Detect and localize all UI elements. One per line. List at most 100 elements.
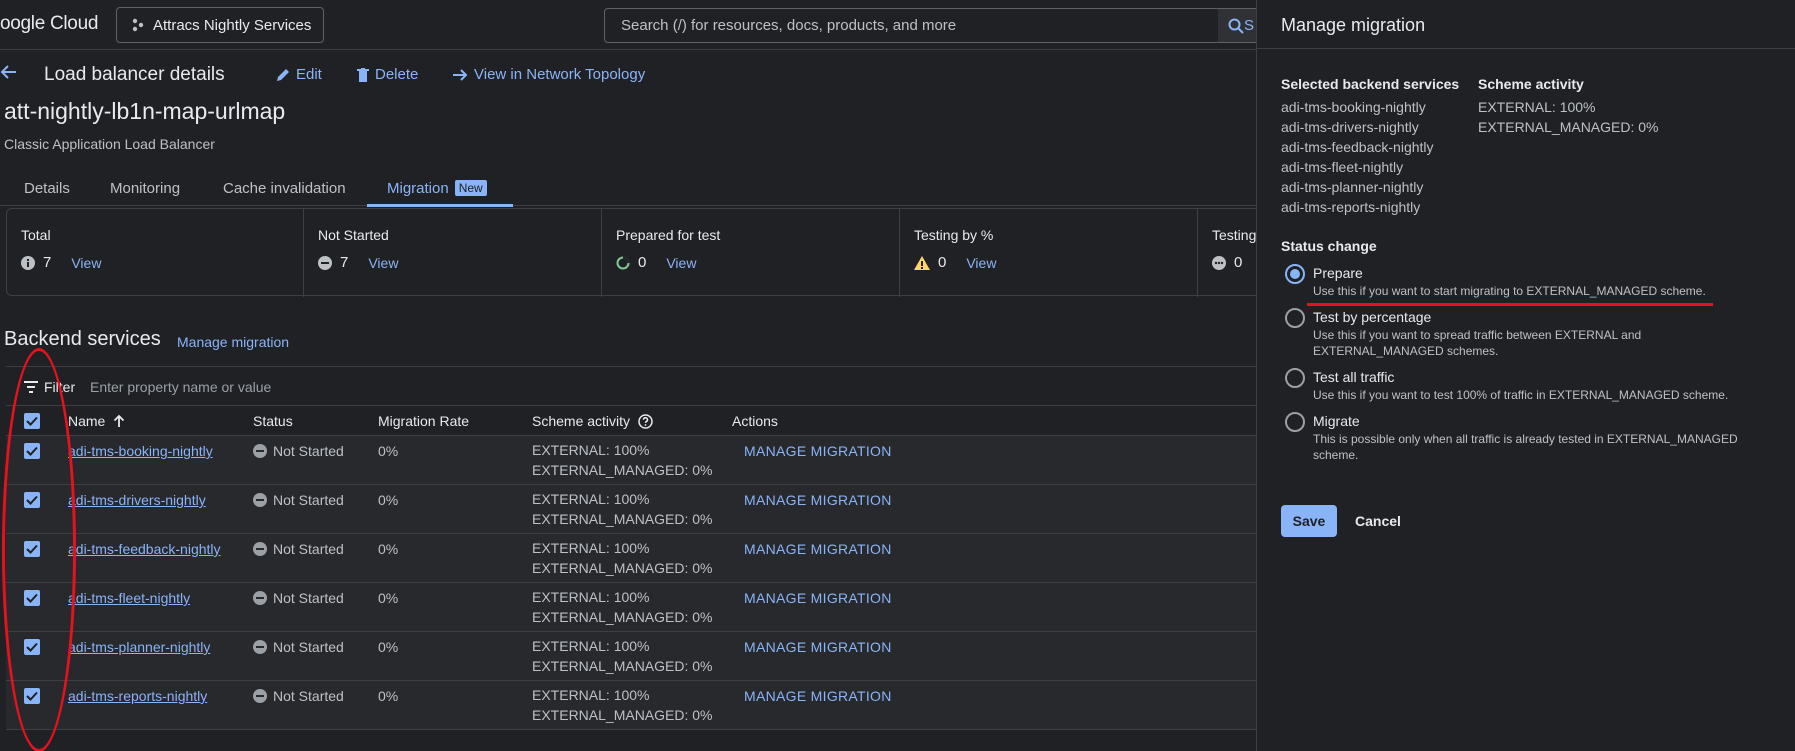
scheme-external-managed: EXTERNAL_MANAGED: 0%: [532, 658, 713, 674]
option-test-by-percentage-label: Test by percentage: [1313, 309, 1432, 325]
filter-icon: [24, 381, 38, 393]
stat-view-link[interactable]: View: [666, 255, 696, 271]
search-input[interactable]: Search (/) for resources, docs, products…: [604, 8, 1220, 43]
google-cloud-logo[interactable]: oogle Cloud: [0, 13, 98, 35]
cancel-button[interactable]: Cancel: [1355, 505, 1401, 537]
help-icon[interactable]: [638, 413, 653, 429]
page-header: Load balancer details Edit Delete View i…: [0, 55, 1256, 95]
row-checkbox[interactable]: [24, 590, 40, 606]
status-cell: Not Started: [253, 639, 344, 655]
stat-not-started: Not Started 7 View: [304, 209, 602, 297]
tab-monitoring[interactable]: Monitoring: [110, 180, 180, 197]
table-row: adi-tms-drivers-nightly Not Started 0% E…: [6, 485, 1266, 534]
search-icon: [1228, 18, 1244, 34]
search-button[interactable]: S: [1218, 8, 1258, 43]
scheme-activity: EXTERNAL: 100% EXTERNAL_MANAGED: 0%: [532, 587, 713, 627]
column-header-scheme-activity[interactable]: Scheme activity: [532, 413, 653, 429]
status-text: Not Started: [273, 492, 344, 508]
selected-services-heading: Selected backend services: [1281, 76, 1460, 92]
load-balancer-name: att-nightly-lb1n-map-urlmap: [4, 98, 286, 124]
more-circle-icon: [1212, 255, 1226, 270]
new-badge: New: [454, 180, 487, 196]
scheme-activity: EXTERNAL: 100% EXTERNAL_MANAGED: 0%: [532, 440, 713, 480]
column-header-migration-rate[interactable]: Migration Rate: [378, 413, 469, 429]
stat-label: Prepared for test: [616, 227, 721, 243]
not-started-icon: [253, 640, 267, 654]
manage-migration-action[interactable]: MANAGE MIGRATION: [744, 492, 892, 508]
status-cell: Not Started: [253, 492, 344, 508]
table-header: Name Status Migration Rate Scheme activi…: [6, 406, 1266, 436]
select-all-checkbox[interactable]: [24, 413, 40, 429]
filter-input[interactable]: Enter property name or value: [90, 379, 271, 395]
check-icon: [26, 544, 38, 554]
edit-button[interactable]: Edit: [276, 66, 322, 83]
tab-cache-invalidation[interactable]: Cache invalidation: [223, 180, 346, 197]
column-header-status[interactable]: Status: [253, 413, 293, 429]
backend-service-name-link[interactable]: adi-tms-planner-nightly: [68, 639, 210, 655]
status-change-heading: Status change: [1281, 238, 1377, 254]
manage-migration-link[interactable]: Manage migration: [177, 334, 289, 350]
row-checkbox[interactable]: [24, 492, 40, 508]
manage-migration-action[interactable]: MANAGE MIGRATION: [744, 688, 892, 704]
stat-view-link[interactable]: View: [368, 255, 398, 271]
migration-rate: 0%: [378, 443, 399, 459]
arrow-right-icon: [453, 68, 468, 81]
radio-test-by-percentage[interactable]: [1285, 308, 1305, 328]
status-text: Not Started: [273, 688, 344, 704]
manage-migration-action[interactable]: MANAGE MIGRATION: [744, 443, 892, 459]
radio-test-all-traffic[interactable]: [1285, 368, 1305, 388]
row-checkbox[interactable]: [24, 541, 40, 557]
tab-migration[interactable]: Migration New: [387, 180, 487, 197]
manage-migration-action[interactable]: MANAGE MIGRATION: [744, 541, 892, 557]
not-started-icon: [253, 542, 267, 556]
stat-total: Total 7 View: [7, 209, 304, 297]
tab-migration-label: Migration: [387, 180, 449, 197]
warning-icon: [914, 255, 930, 270]
not-started-icon: [253, 591, 267, 605]
stat-view-link[interactable]: View: [71, 255, 101, 271]
column-header-name[interactable]: Name: [68, 413, 125, 429]
table-row: adi-tms-feedback-nightly Not Started 0% …: [6, 534, 1266, 583]
annotation-underline: [1307, 303, 1713, 306]
backend-service-name-link[interactable]: adi-tms-reports-nightly: [68, 688, 207, 704]
filter-button[interactable]: Filter: [24, 379, 75, 395]
option-migrate-label: Migrate: [1313, 413, 1360, 429]
row-checkbox[interactable]: [24, 688, 40, 704]
scheme-activity: EXTERNAL: 100% EXTERNAL_MANAGED: 0%: [532, 685, 713, 725]
load-balancer-type: Classic Application Load Balancer: [4, 136, 215, 152]
selected-service-item: adi-tms-drivers-nightly: [1281, 119, 1419, 135]
stat-view-link[interactable]: View: [966, 255, 996, 271]
not-started-icon: [253, 444, 267, 458]
radio-migrate[interactable]: [1285, 412, 1305, 432]
backend-service-name-link[interactable]: adi-tms-drivers-nightly: [68, 492, 206, 508]
row-checkbox[interactable]: [24, 639, 40, 655]
manage-migration-action[interactable]: MANAGE MIGRATION: [744, 590, 892, 606]
delete-label: Delete: [375, 66, 419, 83]
stat-value: 7: [43, 254, 52, 271]
option-test-by-percentage-desc: Use this if you want to spread traffic b…: [1313, 328, 1642, 358]
migration-rate: 0%: [378, 590, 399, 606]
stat-label: Not Started: [318, 227, 389, 243]
backend-service-name-link[interactable]: adi-tms-booking-nightly: [68, 443, 213, 459]
project-selector[interactable]: Attracs Nightly Services: [116, 7, 324, 43]
status-text: Not Started: [273, 639, 344, 655]
migration-rate: 0%: [378, 639, 399, 655]
tab-bar: Details Monitoring Cache invalidation Mi…: [0, 172, 1256, 207]
delete-button[interactable]: Delete: [357, 66, 418, 83]
row-checkbox[interactable]: [24, 443, 40, 459]
table-row: adi-tms-fleet-nightly Not Started 0% EXT…: [6, 583, 1266, 632]
table-row: adi-tms-planner-nightly Not Started 0% E…: [6, 632, 1266, 681]
view-topology-button[interactable]: View in Network Topology: [452, 66, 645, 83]
filter-bar: Filter Enter property name or value: [6, 366, 1266, 406]
status-text: Not Started: [273, 590, 344, 606]
selected-service-item: adi-tms-fleet-nightly: [1281, 159, 1404, 175]
tab-details[interactable]: Details: [24, 180, 70, 197]
backend-service-name-link[interactable]: adi-tms-feedback-nightly: [68, 541, 221, 557]
manage-migration-action[interactable]: MANAGE MIGRATION: [744, 639, 892, 655]
save-button[interactable]: Save: [1281, 505, 1337, 537]
check-icon: [26, 593, 38, 603]
check-icon: [26, 416, 38, 426]
backend-service-name-link[interactable]: adi-tms-fleet-nightly: [68, 590, 190, 606]
back-arrow-icon[interactable]: [0, 63, 18, 81]
radio-prepare[interactable]: [1285, 264, 1305, 284]
